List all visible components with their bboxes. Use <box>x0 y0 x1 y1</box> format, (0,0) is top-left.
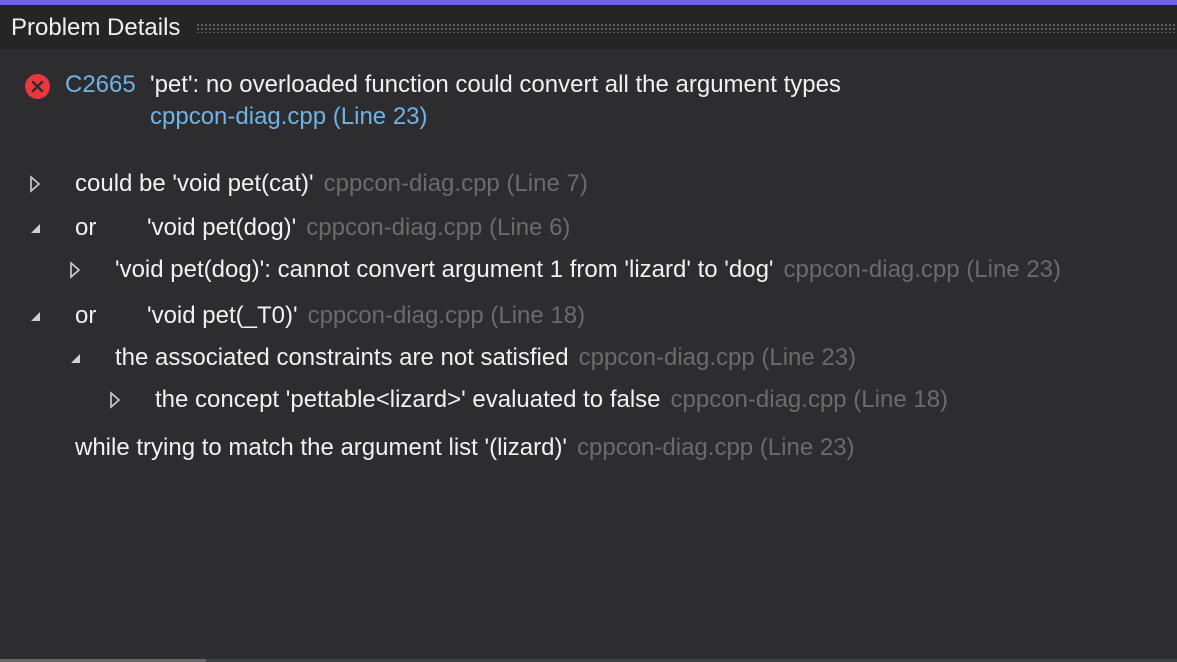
detail-text: could be 'void pet(cat)' <box>75 170 314 197</box>
expand-triangle-icon[interactable] <box>68 260 82 280</box>
detail-text: while trying to match the argument list … <box>75 434 568 461</box>
expand-triangle-icon[interactable] <box>108 390 122 410</box>
panel-title: Problem Details <box>11 13 181 41</box>
detail-row[interactable]: the concept 'pettable<lizard>' evaluated… <box>155 385 948 415</box>
detail-row[interactable]: or 'void pet(dog)' cppcon-diag.cpp (Line… <box>75 213 570 243</box>
problem-details-window: Problem Details C2665 'pet': no overload… <box>0 0 1177 662</box>
detail-row[interactable]: 'void pet(dog)': cannot convert argument… <box>115 255 1061 285</box>
detail-row[interactable]: or 'void pet(_T0)' cppcon-diag.cpp (Line… <box>75 301 585 331</box>
detail-location-link[interactable]: cppcon-diag.cpp (Line 7) <box>324 170 588 198</box>
detail-location-link[interactable]: cppcon-diag.cpp (Line 18) <box>308 302 586 330</box>
collapse-triangle-icon[interactable] <box>68 348 82 368</box>
detail-location-link[interactable]: cppcon-diag.cpp (Line 6) <box>306 214 570 242</box>
collapse-triangle-icon[interactable] <box>28 218 42 238</box>
detail-text: 'void pet(dog)' <box>147 214 297 241</box>
error-location-link[interactable]: cppcon-diag.cpp (Line 23) <box>150 103 428 131</box>
detail-location-link[interactable]: cppcon-diag.cpp (Line 23) <box>784 256 1062 284</box>
detail-text: 'void pet(_T0)' <box>147 302 298 329</box>
error-message: 'pet': no overloaded function could conv… <box>150 71 841 98</box>
error-circle-icon <box>25 74 50 99</box>
detail-location-link[interactable]: cppcon-diag.cpp (Line 18) <box>671 386 949 414</box>
or-label: or <box>75 302 97 329</box>
or-label: or <box>75 214 97 241</box>
problem-content: C2665 'pet': no overloaded function coul… <box>0 50 1177 658</box>
expand-triangle-icon[interactable] <box>28 174 42 194</box>
panel-header[interactable]: Problem Details <box>0 5 1177 50</box>
detail-text: the associated constraints are not satis… <box>115 344 569 371</box>
detail-text: 'void pet(dog)': cannot convert argument… <box>115 256 774 283</box>
detail-row[interactable]: the associated constraints are not satis… <box>115 343 856 373</box>
drag-grip[interactable] <box>196 22 1175 33</box>
error-code-link[interactable]: C2665 <box>65 71 136 99</box>
detail-row[interactable]: could be 'void pet(cat)' cppcon-diag.cpp… <box>75 169 588 199</box>
detail-row[interactable]: while trying to match the argument list … <box>75 433 855 463</box>
detail-location-link[interactable]: cppcon-diag.cpp (Line 23) <box>577 434 855 462</box>
detail-location-link[interactable]: cppcon-diag.cpp (Line 23) <box>579 344 857 372</box>
detail-text: the concept 'pettable<lizard>' evaluated… <box>155 386 661 413</box>
collapse-triangle-icon[interactable] <box>28 306 42 326</box>
